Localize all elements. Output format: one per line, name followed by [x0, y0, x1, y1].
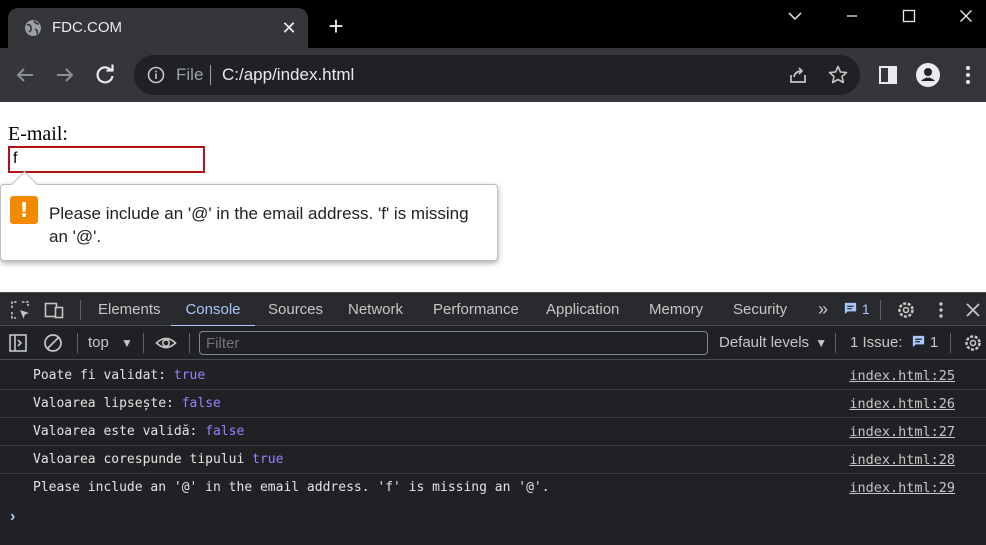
log-text: Poate fi validat:	[33, 368, 174, 383]
tab-security[interactable]: Security	[731, 293, 789, 327]
device-toolbar-icon[interactable]	[43, 299, 65, 321]
source-link[interactable]: index.html:26	[849, 396, 955, 412]
info-icon[interactable]	[146, 65, 166, 85]
gear-icon[interactable]	[895, 299, 917, 321]
log-text: Valoarea este validă:	[33, 424, 206, 439]
close-icon[interactable]	[951, 4, 981, 28]
bookmark-star-icon[interactable]	[826, 63, 850, 87]
address-bar[interactable]: File C:/app/index.html	[134, 55, 860, 95]
log-text: Valoarea lipsește:	[33, 396, 182, 411]
issues-count: 1	[929, 334, 939, 351]
kebab-menu-icon[interactable]	[954, 61, 982, 89]
url-text[interactable]: C:/app/index.html	[222, 65, 354, 85]
toolbar-divider	[80, 300, 81, 320]
tab-sources[interactable]: Sources	[266, 293, 325, 327]
tab-network[interactable]: Network	[346, 293, 405, 327]
context-selector[interactable]: top ▼	[88, 334, 133, 351]
dropdown-arrow-icon: ▼	[815, 336, 828, 350]
toolbar-divider	[835, 333, 836, 353]
log-value: true	[252, 452, 284, 467]
issues-badge[interactable]: 1	[843, 301, 870, 319]
tab-performance[interactable]: Performance	[431, 293, 521, 327]
issues-counter[interactable]: 1 Issue: 1	[850, 334, 938, 351]
email-label: E-mail:	[8, 123, 68, 145]
warning-icon: !	[10, 196, 38, 224]
tab-title: FDC.COM	[52, 19, 122, 36]
console-message-text: Valoarea corespunde tipului true	[33, 452, 283, 467]
console-message-text: Valoarea lipsește: false	[33, 396, 221, 411]
browser-tab[interactable]: FDC.COM ✕	[8, 8, 308, 48]
url-divider	[210, 65, 211, 85]
tab-elements[interactable]: Elements	[96, 293, 163, 327]
message-icon	[912, 335, 924, 348]
more-tabs-icon[interactable]: »	[816, 293, 830, 327]
source-link[interactable]: index.html:29	[849, 480, 955, 496]
close-devtools-icon[interactable]	[962, 299, 984, 321]
tab-close-icon[interactable]: ✕	[278, 17, 300, 39]
sidebar-toggle-icon[interactable]	[7, 332, 29, 354]
tab-application[interactable]: Application	[544, 293, 621, 327]
source-link[interactable]: index.html:27	[849, 424, 955, 440]
console-prompt-icon[interactable]: ›	[10, 508, 15, 526]
console-filter-input[interactable]	[199, 331, 708, 355]
tab-console[interactable]: Console	[171, 293, 255, 327]
clear-console-icon[interactable]	[42, 332, 64, 354]
new-tab-button[interactable]: +	[322, 12, 350, 40]
issues-label: 1 Issue:	[850, 334, 903, 351]
side-panel-icon[interactable]	[874, 61, 902, 89]
profile-avatar-icon[interactable]	[914, 61, 942, 89]
share-icon[interactable]	[786, 63, 810, 87]
toolbar-divider	[880, 300, 881, 320]
log-value: false	[181, 396, 221, 411]
devtools-tabbar: Elements Console Sources Network Perform…	[0, 292, 986, 327]
forward-button[interactable]	[51, 61, 79, 89]
tab-memory[interactable]: Memory	[647, 293, 705, 327]
console-message-text: Valoarea este validă: false	[33, 424, 244, 439]
log-levels-dropdown[interactable]: Default levels ▼	[719, 334, 827, 351]
console-message: Poate fi validat: true index.html:25	[0, 362, 986, 390]
log-text: Please include an '@' in the email addre…	[33, 480, 550, 495]
browser-toolbar: File C:/app/index.html	[0, 48, 986, 102]
maximize-icon[interactable]	[894, 4, 924, 28]
toolbar-divider	[189, 333, 190, 353]
message-icon	[844, 302, 857, 315]
console-message: Valoarea lipsește: false index.html:26	[0, 390, 986, 418]
globe-icon	[24, 19, 42, 37]
console-message: Valoarea este validă: false index.html:2…	[0, 418, 986, 446]
context-value: top	[88, 334, 109, 351]
source-link[interactable]: index.html:28	[849, 452, 955, 468]
console-message-text: Poate fi validat: true	[33, 368, 205, 383]
console-log-list: Poate fi validat: true index.html:25 Val…	[0, 362, 986, 525]
console-message: Valoarea corespunde tipului true index.h…	[0, 446, 986, 474]
console-settings-gear-icon[interactable]	[962, 332, 984, 354]
console-message: Please include an '@' in the email addre…	[0, 474, 986, 502]
back-button[interactable]	[11, 61, 39, 89]
log-value: true	[173, 368, 206, 383]
log-levels-label: Default levels	[719, 334, 810, 351]
log-value: false	[205, 424, 245, 439]
issues-badge-count: 1	[861, 301, 870, 317]
reload-button[interactable]	[91, 61, 119, 89]
page-viewport: E-mail: f ! Please include an '@' in the…	[0, 102, 986, 292]
chevron-down-icon[interactable]	[780, 4, 810, 28]
dropdown-arrow-icon: ▼	[121, 336, 133, 350]
source-link[interactable]: index.html:25	[849, 368, 955, 384]
minimize-icon[interactable]	[837, 4, 867, 28]
live-expression-eye-icon[interactable]	[155, 332, 177, 354]
email-field[interactable]: f	[8, 146, 205, 173]
validation-tooltip: ! Please include an '@' in the email add…	[0, 184, 498, 261]
inspect-element-icon[interactable]	[9, 299, 31, 321]
toolbar-divider	[143, 333, 144, 353]
url-scheme: File	[176, 65, 204, 84]
toolbar-divider	[950, 333, 951, 353]
devtools-panel: Elements Console Sources Network Perform…	[0, 292, 986, 545]
log-text: Valoarea corespunde tipului	[33, 452, 253, 467]
validation-message: Please include an '@' in the email addre…	[49, 204, 469, 246]
devtools-menu-icon[interactable]	[930, 299, 952, 321]
console-message-text: Please include an '@' in the email addre…	[33, 480, 550, 495]
title-bar: FDC.COM ✕ +	[0, 0, 986, 48]
toolbar-divider	[77, 333, 78, 353]
console-filter-bar: top ▼ Default levels ▼ 1 Issue: 1	[0, 326, 986, 360]
